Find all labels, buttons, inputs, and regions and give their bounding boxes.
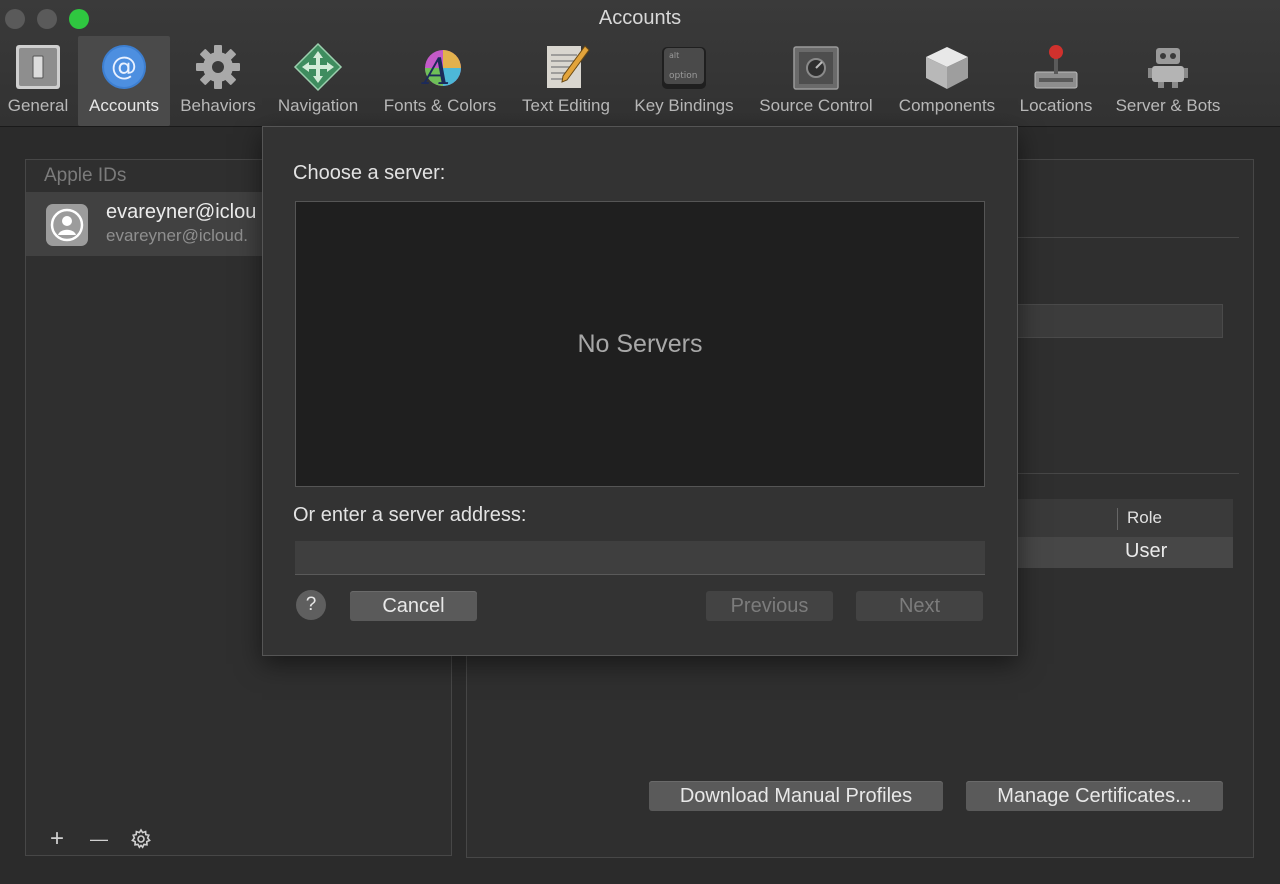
account-name: evareyner@iclou: [106, 201, 257, 223]
minus-icon: —: [90, 828, 108, 849]
add-account-button[interactable]: +: [36, 825, 78, 852]
previous-button[interactable]: Previous: [706, 591, 833, 621]
cube-icon: [926, 47, 968, 89]
window-title: Accounts: [598, 7, 682, 29]
divider: [1017, 473, 1239, 474]
next-button[interactable]: Next: [856, 591, 983, 621]
help-button[interactable]: ?: [296, 590, 326, 620]
toolbar-item-behaviors[interactable]: Behaviors: [172, 36, 264, 126]
manage-certificates-button[interactable]: Manage Certificates...: [966, 781, 1223, 811]
toolbar-item-key-bindings[interactable]: alt option Key Bindings: [624, 36, 744, 126]
toolbar-label: Text Editing: [522, 96, 610, 115]
plus-icon: +: [49, 825, 64, 852]
joystick-drive-icon: [1034, 45, 1078, 89]
server-list[interactable]: No Servers: [295, 201, 985, 487]
font-palette-icon: A: [421, 50, 461, 92]
role-cell: User: [1125, 540, 1168, 562]
toolbar-label: Navigation: [277, 96, 359, 115]
robot-icon: [1148, 48, 1188, 88]
cancel-button[interactable]: Cancel: [350, 591, 477, 621]
detail-field: [1017, 304, 1223, 338]
toolbar-label: General: [7, 96, 69, 115]
toolbar-item-server-bots[interactable]: Server & Bots: [1106, 36, 1230, 126]
choose-server-label: Choose a server:: [293, 162, 446, 184]
column-header-role[interactable]: Role: [1127, 508, 1162, 528]
svg-text:@: @: [111, 52, 137, 82]
apple-ids-header: Apple IDs: [44, 165, 127, 186]
server-address-input[interactable]: [295, 541, 985, 575]
pencil-paper-icon: [547, 45, 590, 88]
avatar: [46, 204, 88, 246]
at-sign-icon: @: [102, 45, 146, 89]
toolbar-label: Behaviors: [180, 96, 256, 115]
column-divider: [1117, 508, 1118, 530]
toolbar-label: Fonts & Colors: [383, 96, 497, 115]
remove-account-button[interactable]: —: [78, 827, 120, 851]
toolbar-item-general[interactable]: General: [0, 36, 76, 126]
teams-table-header: Role: [1017, 499, 1233, 537]
svg-text:A: A: [421, 52, 450, 92]
svg-text:option: option: [669, 71, 697, 81]
gear-icon: [196, 45, 240, 89]
toolbar-label: Key Bindings: [634, 96, 734, 115]
account-tools: + —: [36, 825, 162, 852]
choose-server-sheet: Choose a server: No Servers Or enter a s…: [262, 126, 1018, 656]
toolbar-label: Server & Bots: [1115, 96, 1221, 115]
toolbar-item-accounts[interactable]: @ Accounts: [78, 36, 170, 126]
download-manual-profiles-button[interactable]: Download Manual Profiles: [649, 781, 943, 811]
question-icon: ?: [305, 594, 317, 615]
toolbar-item-fonts-colors[interactable]: A Fonts & Colors: [374, 36, 506, 126]
toolbar-item-text-editing[interactable]: Text Editing: [512, 36, 620, 126]
no-servers-text: No Servers: [577, 330, 703, 358]
toolbar-label: Accounts: [89, 96, 159, 115]
window-titlebar: Accounts General @ Accounts Behaviors Na…: [0, 0, 1280, 127]
svg-text:alt: alt: [669, 51, 679, 60]
gear-icon: [131, 828, 151, 849]
toolbar-label: Locations: [1019, 96, 1093, 115]
toolbar-item-source-control[interactable]: Source Control: [748, 36, 884, 126]
toolbar-item-navigation[interactable]: Navigation: [268, 36, 368, 126]
table-row[interactable]: User: [1017, 537, 1233, 568]
divider: [1017, 237, 1239, 238]
switch-icon: [16, 45, 60, 89]
toolbar-label: Source Control: [759, 96, 873, 115]
user-icon: [50, 208, 84, 242]
toolbar-item-components[interactable]: Components: [888, 36, 1006, 126]
toolbar-item-locations[interactable]: Locations: [1010, 36, 1102, 126]
arrows-icon: [293, 42, 343, 92]
safe-icon: [793, 46, 839, 90]
account-settings-button[interactable]: [120, 827, 162, 851]
option-key-icon: alt option: [662, 47, 706, 89]
account-email: evareyner@icloud.: [106, 226, 248, 245]
server-address-label: Or enter a server address:: [293, 504, 527, 526]
toolbar-label: Components: [898, 96, 996, 115]
